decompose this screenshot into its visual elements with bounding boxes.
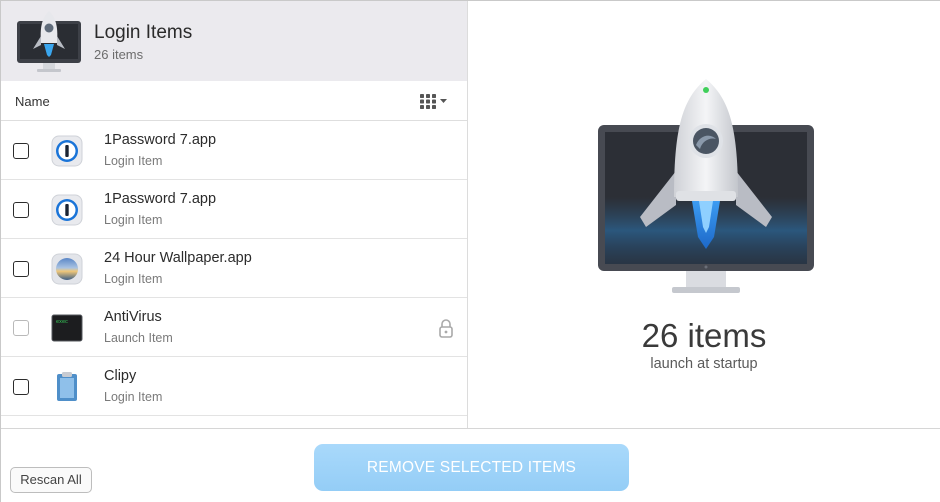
list-item[interactable]: exec AntiVirus Launch Item xyxy=(1,298,467,357)
footer-bar: Rescan All REMOVE SELECTED ITEMS xyxy=(1,428,940,502)
lock-icon xyxy=(439,319,453,338)
item-checkbox[interactable] xyxy=(13,379,29,395)
item-checkbox[interactable] xyxy=(13,202,29,218)
svg-text:exec: exec xyxy=(56,319,68,325)
list-item-count: 26 items xyxy=(94,47,144,62)
item-name: AntiVirus xyxy=(104,309,162,325)
item-kind: Login Item xyxy=(104,272,163,286)
item-kind: Login Item xyxy=(104,213,163,227)
item-name: Clipy xyxy=(104,368,137,384)
item-checkbox[interactable] xyxy=(13,143,29,159)
list-item[interactable]: 1Password 7.app Login Item xyxy=(1,180,467,239)
list-title: Login Items xyxy=(94,22,193,43)
1password-icon xyxy=(51,194,83,226)
item-kind: Login Item xyxy=(104,154,163,168)
grid-view-icon[interactable] xyxy=(419,92,451,110)
item-name: 1Password 7.app xyxy=(104,191,217,207)
rescan-all-button[interactable]: Rescan All xyxy=(10,467,92,493)
clipboard-icon xyxy=(57,372,77,401)
items-count: 26 items xyxy=(641,317,767,354)
item-name: 24 Hour Wallpaper.app xyxy=(104,250,252,266)
name-column-header[interactable]: Name xyxy=(15,94,50,109)
item-checkbox[interactable] xyxy=(13,261,29,277)
rocket-monitor-icon xyxy=(17,11,81,72)
1password-icon xyxy=(51,135,83,167)
rocket-monitor-illustration xyxy=(598,79,814,293)
login-items-window: Login Items 26 items Name 1Password 7.ap… xyxy=(0,0,940,502)
item-name: 1Password 7.app xyxy=(104,132,217,148)
item-kind: Launch Item xyxy=(104,331,173,345)
terminal-icon: exec xyxy=(51,314,83,342)
list-header: Login Items 26 items xyxy=(1,1,467,81)
item-checkbox xyxy=(13,320,29,336)
wallpaper-icon xyxy=(51,253,83,285)
list-item[interactable]: 24 Hour Wallpaper.app Login Item xyxy=(1,239,467,298)
list-item[interactable]: 1Password 7.app Login Item xyxy=(1,121,467,180)
item-kind: Login Item xyxy=(104,390,163,404)
list-item[interactable]: Clipy Login Item xyxy=(1,357,467,416)
column-header: Name xyxy=(1,81,467,121)
remove-selected-items-button[interactable]: REMOVE SELECTED ITEMS xyxy=(314,444,629,491)
items-caption: launch at startup xyxy=(650,356,758,372)
login-items-list-panel: Login Items 26 items Name 1Password 7.ap… xyxy=(1,1,468,428)
summary-panel: 26 items launch at startup xyxy=(468,1,940,428)
